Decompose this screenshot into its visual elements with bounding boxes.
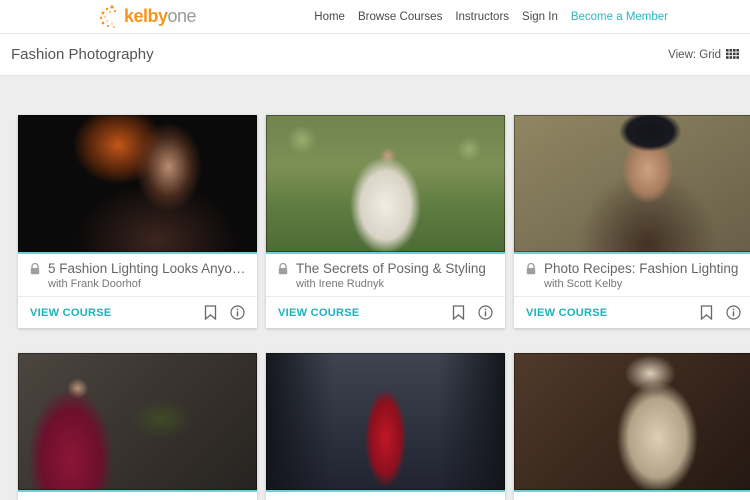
nav-home[interactable]: Home <box>314 11 345 23</box>
view-course-button[interactable]: VIEW COURSE <box>278 307 360 319</box>
lock-icon <box>278 262 288 274</box>
view-mode-control[interactable]: View: Grid <box>668 49 739 61</box>
view-course-button[interactable]: VIEW COURSE <box>30 307 112 319</box>
info-icon[interactable] <box>726 305 741 320</box>
course-card: 5 Fashion Lighting Looks Anyone Can ... … <box>18 115 257 328</box>
course-title: The Secrets of Posing & Styling <box>296 261 486 276</box>
top-navigation-bar: kelby one Home Browse Courses Instructors… <box>0 0 750 34</box>
course-card: Coaching the Model and Making it Work VI… <box>514 353 750 500</box>
course-title-row[interactable]: Photo Recipes: Fashion Lighting <box>526 261 743 276</box>
course-card: Lighting Kits: High Fashion Looks on a S… <box>18 353 257 500</box>
course-card: Shooting Fashion on Location VIEW COURSE <box>266 353 505 500</box>
course-instructor: with Irene Rudnyk <box>296 278 385 290</box>
bookmark-icon[interactable] <box>700 305 713 320</box>
logo-starburst-icon <box>99 4 117 28</box>
info-icon[interactable] <box>230 305 245 320</box>
course-card: Photo Recipes: Fashion Lighting with Sco… <box>514 115 750 328</box>
bookmark-icon[interactable] <box>204 305 217 320</box>
page-title: Fashion Photography <box>11 46 154 63</box>
course-thumbnail[interactable] <box>514 115 750 254</box>
course-instructor: with Scott Kelby <box>544 278 623 290</box>
nav-links: Home Browse Courses Instructors Sign In … <box>314 11 750 23</box>
course-instructor: with Frank Doorhof <box>48 278 141 290</box>
grid-view-icon <box>726 49 739 59</box>
lock-icon <box>526 262 536 274</box>
course-grid: 5 Fashion Lighting Looks Anyone Can ... … <box>18 115 750 500</box>
nav-instructors[interactable]: Instructors <box>455 11 509 23</box>
nav-sign-in[interactable]: Sign In <box>522 11 558 23</box>
course-thumbnail[interactable] <box>266 115 505 254</box>
logo-text-one: one <box>167 6 197 26</box>
kelbyone-logo[interactable]: kelby one <box>98 4 197 30</box>
info-icon[interactable] <box>478 305 493 320</box>
lock-icon <box>30 262 40 274</box>
view-course-button[interactable]: VIEW COURSE <box>526 307 608 319</box>
page-subheader: Fashion Photography View: Grid <box>0 34 750 76</box>
course-title-row[interactable]: 5 Fashion Lighting Looks Anyone Can ... <box>30 261 247 276</box>
bookmark-icon[interactable] <box>452 305 465 320</box>
nav-browse-courses[interactable]: Browse Courses <box>358 11 442 23</box>
course-thumbnail[interactable] <box>18 115 257 254</box>
nav-become-a-member[interactable]: Become a Member <box>571 11 668 23</box>
course-thumbnail[interactable] <box>266 353 505 492</box>
logo-text-kelby: kelby <box>124 6 168 26</box>
course-title: 5 Fashion Lighting Looks Anyone Can ... <box>48 261 247 276</box>
course-title-row[interactable]: The Secrets of Posing & Styling <box>278 261 495 276</box>
course-title: Photo Recipes: Fashion Lighting <box>544 261 739 276</box>
course-thumbnail[interactable] <box>514 353 750 492</box>
view-mode-label: View: Grid <box>668 48 721 61</box>
course-card: The Secrets of Posing & Styling with Ire… <box>266 115 505 328</box>
course-grid-area: 5 Fashion Lighting Looks Anyone Can ... … <box>0 76 750 500</box>
course-thumbnail[interactable] <box>18 353 257 492</box>
